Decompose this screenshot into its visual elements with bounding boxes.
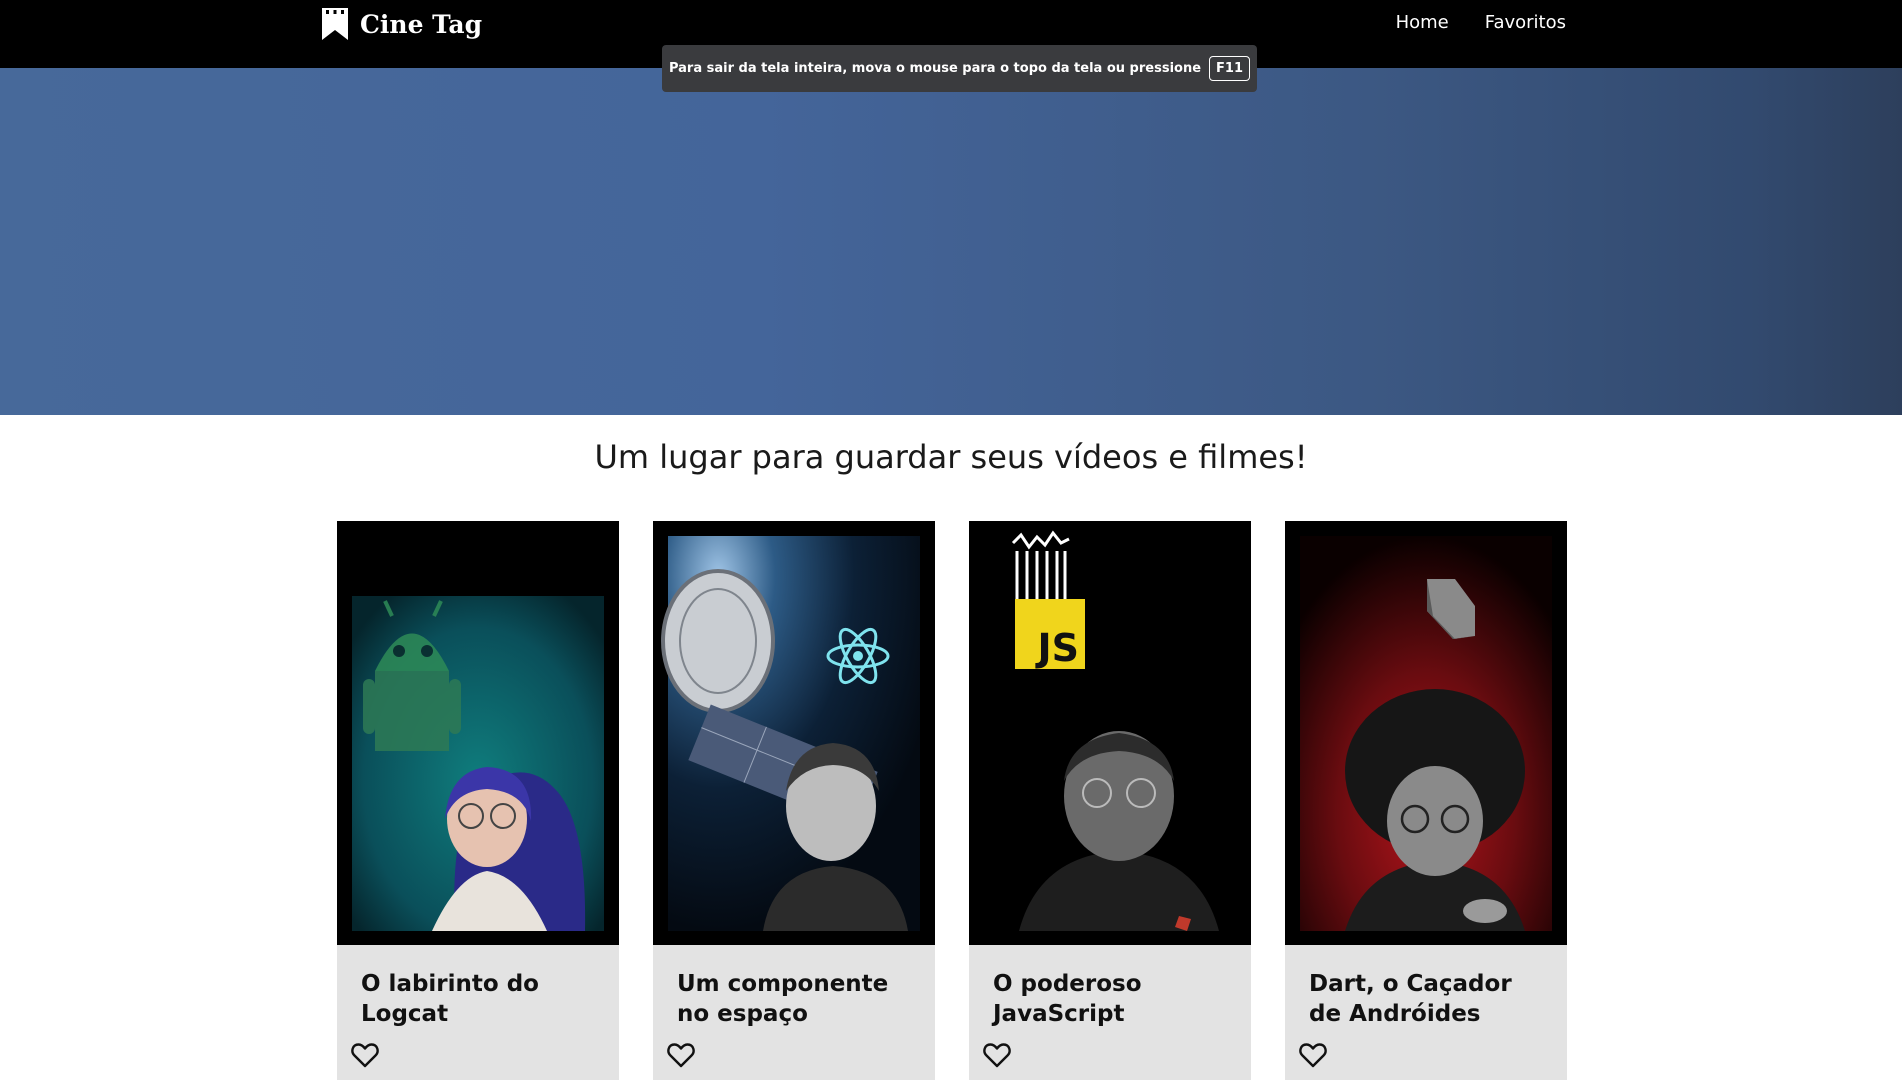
- bookmark-icon: [322, 8, 348, 40]
- video-title: Um componente no espaço: [677, 971, 889, 1027]
- js-badge-text: JS: [1034, 626, 1079, 670]
- favorite-button[interactable]: [351, 1042, 381, 1070]
- heart-outline-icon: [983, 1043, 1011, 1068]
- nav-favoritos-link[interactable]: Favoritos: [1485, 12, 1566, 33]
- heart-outline-icon: [667, 1043, 695, 1068]
- video-card-list: O labirinto do Logcat Um componente no e…: [337, 521, 1567, 1080]
- video-title: O poderoso JavaScript: [993, 971, 1142, 1027]
- main-nav: Home Favoritos: [1396, 12, 1566, 33]
- fullscreen-key-badge: F11: [1209, 56, 1251, 81]
- video-thumbnail[interactable]: [653, 521, 935, 945]
- favorite-button[interactable]: [1299, 1042, 1329, 1070]
- video-thumbnail[interactable]: [337, 521, 619, 945]
- presenter-silhouette: [1345, 689, 1525, 931]
- nav-home-link[interactable]: Home: [1396, 12, 1449, 33]
- page-tagline: Um lugar para guardar seus vídeos e film…: [594, 438, 1308, 476]
- favorite-button[interactable]: [983, 1042, 1013, 1070]
- video-thumbnail[interactable]: [1285, 521, 1567, 945]
- site-logo[interactable]: Cine Tag: [322, 6, 482, 42]
- logo-text: Cine Tag: [360, 9, 483, 39]
- hero-banner: [0, 68, 1902, 415]
- video-card[interactable]: JS O poderoso JavaScript: [969, 521, 1251, 1080]
- favorite-button[interactable]: [667, 1042, 697, 1070]
- fullscreen-notice-text: Para sair da tela inteira, mova o mouse …: [668, 61, 1202, 76]
- heart-outline-icon: [1299, 1043, 1327, 1068]
- fullscreen-notice: Para sair da tela inteira, mova o mouse …: [662, 45, 1257, 92]
- video-card[interactable]: Dart, o Caçador de Andróides: [1285, 521, 1567, 1080]
- video-thumbnail[interactable]: JS: [969, 521, 1251, 945]
- video-card[interactable]: O labirinto do Logcat: [337, 521, 619, 1080]
- video-title: Dart, o Caçador de Andróides: [1309, 971, 1512, 1027]
- video-card[interactable]: Um componente no espaço: [653, 521, 935, 1080]
- video-title: O labirinto do Logcat: [361, 971, 539, 1027]
- heart-outline-icon: [351, 1043, 379, 1068]
